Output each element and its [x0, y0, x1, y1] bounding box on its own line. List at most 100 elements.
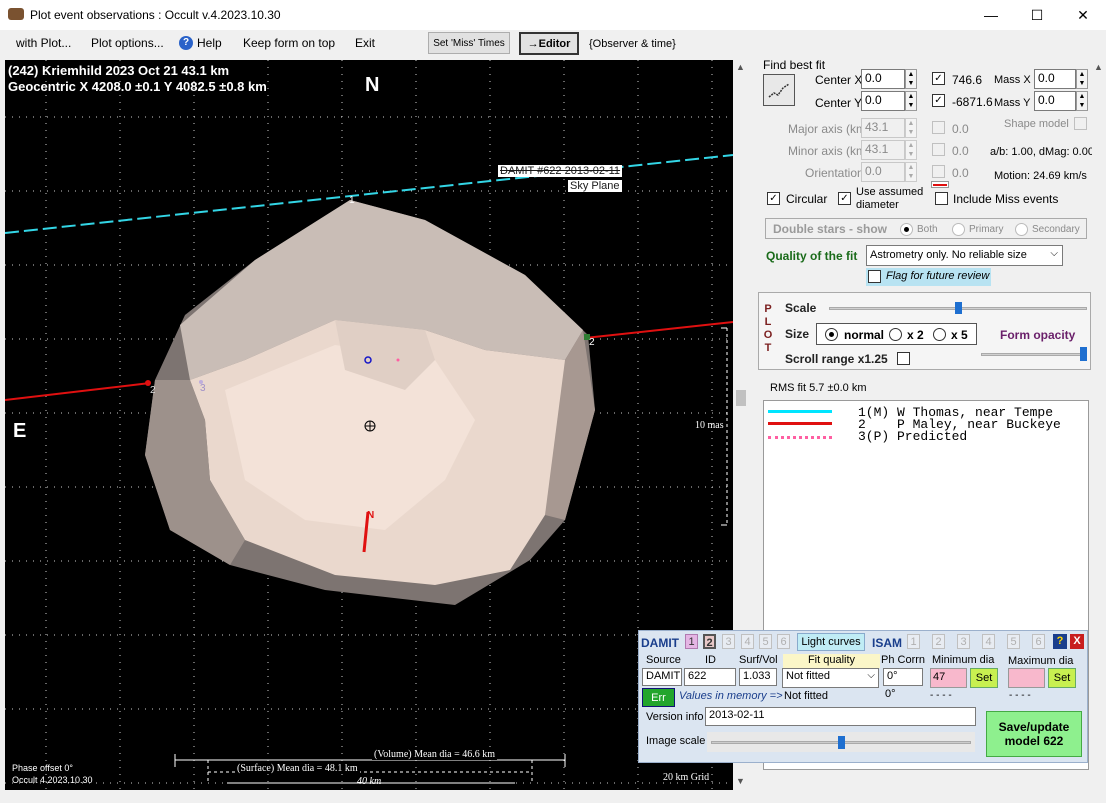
id-field[interactable]: 622 [684, 668, 736, 686]
isam-title: ISAM [872, 636, 902, 650]
menu-plot-options[interactable]: Plot options... [91, 36, 164, 50]
fit-quality-select[interactable]: Not fitted ⌵ [782, 668, 879, 688]
isam-model-5[interactable]: 5 [1007, 634, 1020, 649]
include-miss-checkbox[interactable] [935, 192, 948, 205]
size-x2-radio[interactable] [889, 328, 902, 341]
menu-with-plot[interactable]: with Plot... [16, 36, 71, 50]
menu-exit[interactable]: Exit [355, 36, 375, 50]
err-button[interactable]: Err [642, 688, 675, 707]
both-radio[interactable] [900, 223, 913, 236]
flag-review-checkbox[interactable] [868, 270, 881, 283]
find-best-fit-button[interactable] [763, 74, 795, 106]
circular-checkbox[interactable]: ✓ [767, 192, 780, 205]
size-x5-radio[interactable] [933, 328, 946, 341]
mass-y-input[interactable]: 0.0 [1034, 91, 1076, 111]
damit-model-2[interactable]: 2 [703, 634, 716, 649]
isam-model-6[interactable]: 6 [1032, 634, 1045, 649]
isam-model-2[interactable]: 2 [932, 634, 945, 649]
mass-y-spinner[interactable]: ▲ ▼ [1076, 91, 1088, 111]
source-field[interactable]: DAMIT [642, 668, 682, 686]
panel-scroll-up-icon[interactable]: ▲ [1094, 62, 1103, 72]
col-ph-corrn: Ph Corrn [881, 654, 926, 666]
center-x-checkbox[interactable]: ✓ [932, 72, 945, 85]
use-assumed-checkbox[interactable]: ✓ [838, 192, 851, 205]
center-x-spinner[interactable]: ▲ ▼ [905, 69, 917, 89]
plot-vertical-label: PLOT [763, 303, 773, 354]
damit-model-4[interactable]: 4 [741, 634, 754, 649]
damit-model-1[interactable]: 1 [685, 634, 698, 649]
damit-model-5[interactable]: 5 [759, 634, 772, 649]
isam-model-4[interactable]: 4 [982, 634, 995, 649]
scroll-range-checkbox[interactable] [897, 352, 910, 365]
legend-line-2 [768, 422, 832, 425]
major-axis-checkbox[interactable] [932, 121, 945, 134]
image-scale-slider-thumb[interactable] [838, 736, 845, 749]
major-axis-spinner[interactable]: ▲ ▼ [905, 118, 917, 138]
isam-model-1[interactable]: 1 [907, 634, 920, 649]
color-swatch[interactable] [931, 181, 949, 188]
version-info-field[interactable]: 2013-02-11 [705, 707, 976, 726]
center-y-spinner[interactable]: ▲ ▼ [905, 91, 917, 111]
observer-time-link[interactable]: {Observer & time} [589, 38, 676, 50]
set-miss-times-button[interactable]: Set 'Miss' Times [428, 32, 510, 54]
ph-corrn-field[interactable]: 0° [883, 668, 923, 686]
orientation-spinner[interactable]: ▲ ▼ [905, 162, 917, 182]
mass-x-input[interactable]: 0.0 [1034, 69, 1076, 89]
scroll-thumb[interactable] [736, 390, 746, 406]
opacity-slider[interactable] [981, 347, 1087, 361]
save-update-model-button[interactable]: Save/update model 622 [986, 711, 1082, 757]
rms-fit-label: RMS fit 5.7 ±0.0 km [770, 382, 867, 394]
orientation-checkbox[interactable] [932, 165, 945, 178]
shape-model-checkbox[interactable] [1074, 117, 1087, 130]
both-label: Both [917, 224, 938, 235]
chord-2-label-east: 2 [589, 337, 595, 348]
help-icon[interactable]: ? [179, 36, 193, 50]
predicted-point-marker [396, 358, 400, 362]
isam-model-3[interactable]: 3 [957, 634, 970, 649]
size-normal-radio[interactable] [825, 328, 838, 341]
plot-canvas[interactable]: (242) Kriemhild 2023 Oct 21 43.1 km Geoc… [5, 60, 733, 790]
scale-slider[interactable] [829, 302, 1087, 314]
opacity-slider-thumb[interactable] [1080, 347, 1087, 361]
menu-help[interactable]: Help [197, 36, 222, 50]
flag-review-area[interactable]: Flag for future review [866, 268, 991, 286]
mass-x-spinner[interactable]: ▲ ▼ [1076, 69, 1088, 89]
asteroid-shape-model [145, 200, 595, 605]
min-dia-field[interactable]: 47 [930, 668, 967, 688]
secondary-radio[interactable] [1015, 223, 1028, 236]
minor-axis-checkbox[interactable] [932, 143, 945, 156]
damit-model-3[interactable]: 3 [722, 634, 735, 649]
max-dia-field[interactable] [1008, 668, 1045, 688]
scroll-up-icon[interactable]: ▲ [736, 62, 745, 72]
editor-button[interactable]: →Editor [519, 32, 579, 55]
center-y-checkbox[interactable]: ✓ [932, 94, 945, 107]
primary-radio[interactable] [952, 223, 965, 236]
min-dia-set-button[interactable]: Set [970, 668, 998, 688]
quality-select[interactable]: Astrometry only. No reliable size ⌵ [866, 245, 1063, 266]
minor-axis-input[interactable]: 43.1 [861, 140, 905, 160]
scroll-down-icon[interactable]: ▼ [736, 776, 745, 786]
close-button[interactable]: ✕ [1060, 0, 1106, 30]
maximize-button[interactable]: ☐ [1014, 0, 1060, 30]
use-assumed-label: Use assumed [856, 186, 924, 198]
minimize-button[interactable]: — [968, 0, 1014, 30]
minor-axis-spinner[interactable]: ▲ ▼ [905, 140, 917, 160]
image-scale-slider[interactable] [707, 732, 975, 752]
find-best-fit-label: Find best fit [763, 58, 826, 72]
flag-review-label: Flag for future review [886, 270, 990, 282]
light-curves-button[interactable]: Light curves [797, 633, 865, 651]
center-x-input[interactable]: 0.0 [861, 69, 905, 89]
scale-slider-thumb[interactable] [955, 302, 962, 314]
max-dia-set-button[interactable]: Set [1048, 668, 1076, 688]
center-y-input[interactable]: 0.0 [861, 91, 905, 111]
col-id: ID [705, 654, 716, 666]
surf-vol-field[interactable]: 1.033 [739, 668, 777, 686]
plot-graphics [5, 60, 733, 790]
damit-help-button[interactable]: ? [1053, 634, 1067, 649]
panel-scrollbar[interactable]: ▲ [1092, 60, 1106, 790]
damit-close-button[interactable]: X [1070, 634, 1084, 649]
major-axis-input[interactable]: 43.1 [861, 118, 905, 138]
damit-model-6[interactable]: 6 [777, 634, 790, 649]
menu-keep-on-top[interactable]: Keep form on top [243, 36, 335, 50]
orientation-input[interactable]: 0.0 [861, 162, 905, 182]
